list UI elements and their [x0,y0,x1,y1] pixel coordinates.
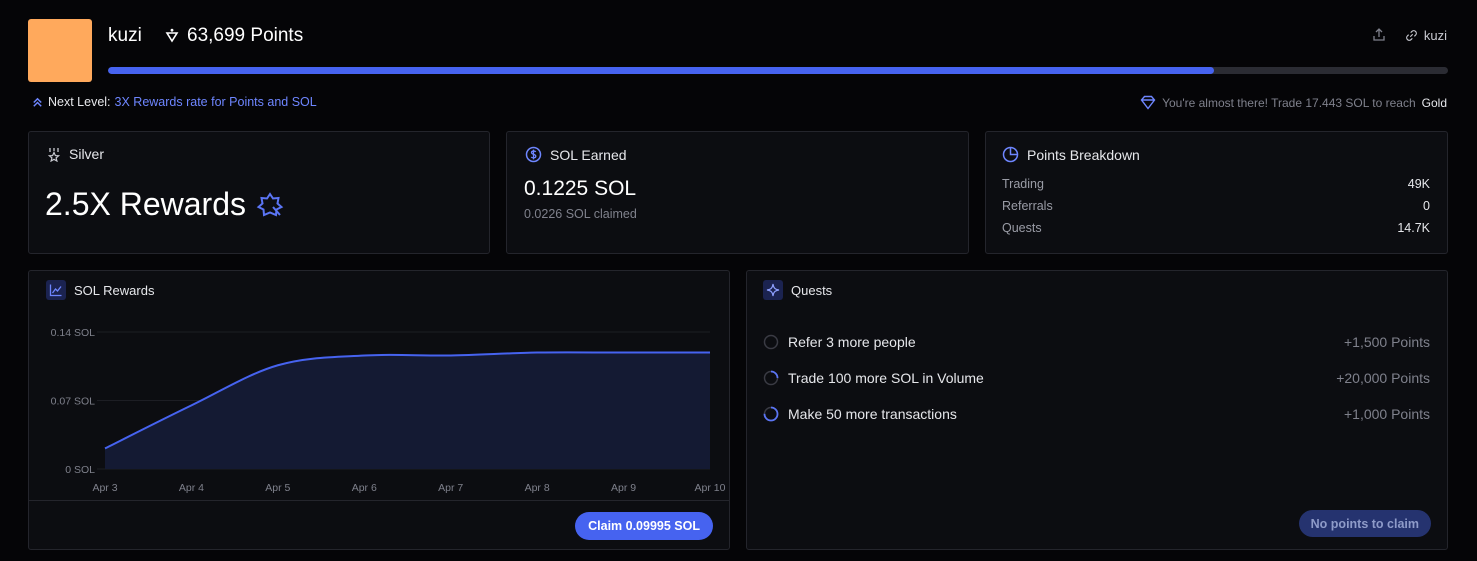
breakdown-row-quests: Quests 14.7K [1002,220,1430,242]
quest-reward: +1,500 Points [1343,334,1430,350]
breakdown-value: 0 [1423,199,1430,213]
diamond-icon [1140,95,1156,110]
chevrons-up-icon [33,97,42,107]
breakdown-label: Quests [1002,221,1042,235]
x-tick-label: Apr 3 [92,482,117,494]
points-breakdown-title: Points Breakdown [1027,146,1140,163]
next-level-reward: 3X Rewards rate for Points and SOL [114,95,317,109]
y-tick-label: 0 SOL [65,464,95,476]
points-total: 63,699 Points [163,25,303,47]
sol-earned-value: 0.1225 SOL [524,177,637,200]
claim-sol-button[interactable]: Claim 0.09995 SOL [575,512,713,540]
x-tick-label: Apr 4 [179,482,204,494]
avatar [28,19,92,82]
points-value: 63,699 Points [187,25,304,46]
chart-footer: Claim 0.09995 SOL [29,500,729,549]
x-tick-label: Apr 7 [438,482,463,494]
profile-link-label: kuzi [1423,27,1447,43]
sol-earned-header: SOL Earned [525,146,627,163]
quest-list: Refer 3 more people +1,500 Points Trade … [763,324,1430,432]
breakdown-label: Referrals [1002,199,1053,213]
quest-label: Refer 3 more people [788,334,916,350]
breakdown-label: Trading [1002,177,1044,191]
sol-earned-card: SOL Earned 0.1225 SOL 0.0226 SOL claimed [506,131,969,254]
sol-rewards-chart: 0 SOL 0.07 SOL 0.14 SOL Apr 3 Apr 4 Apr 5 Apr … [51,327,726,494]
x-tick-label: Apr 8 [525,482,550,494]
rewards-multiplier: 2.5X Rewards [45,186,284,223]
x-tick-label: Apr 5 [265,482,290,494]
quest-label: Trade 100 more SOL in Volume [788,370,984,386]
sol-rewards-card: SOL Rewards 0 SOL 0.07 SOL 0.14 SOL Apr 3 Ap… [28,270,730,550]
rewards-multiplier-text: 2.5X Rewards [45,186,246,222]
level-progress-bar [108,67,1448,74]
next-level-prefix: Next Level: [48,95,111,109]
medal-icon [47,147,61,162]
quests-card: Quests Refer 3 more people +1,500 Points… [746,270,1448,550]
next-level: Next Level: 3X Rewards rate for Points a… [31,95,317,109]
series-area [105,352,710,469]
line-chart-icon [46,280,66,300]
quest-label: Make 50 more transactions [788,406,957,422]
quest-item[interactable]: Trade 100 more SOL in Volume +20,000 Poi… [763,360,1430,396]
level-hint-text: You're almost there! Trade 17.443 SOL to… [1162,95,1416,110]
username: kuzi [108,25,142,46]
sol-claimed-value: 0.0226 SOL claimed [524,207,637,221]
points-icon [165,28,179,43]
sparkle-icon [763,280,783,300]
share-icon[interactable] [1371,27,1387,43]
quests-title: Quests [791,282,833,298]
pie-chart-icon [1002,146,1019,163]
sol-earned-title: SOL Earned [550,146,627,163]
quests-header: Quests [763,280,832,300]
points-breakdown-card: Points Breakdown Trading 49K Referrals 0… [985,131,1448,254]
top-actions: kuzi [1371,27,1447,43]
quest-item[interactable]: Refer 3 more people +1,500 Points [763,324,1430,360]
x-tick-label: Apr 10 [695,482,726,494]
no-points-button: No points to claim [1298,510,1431,537]
level-hint-target: Gold [1421,95,1447,110]
quest-reward: +1,000 Points [1343,406,1430,422]
quest-progress-ring [763,334,779,350]
profile-link[interactable]: kuzi [1405,28,1447,43]
tier-name: Silver [69,146,105,162]
breakdown-value: 14.7K [1397,221,1430,235]
breakdown-row-trading: Trading 49K [1002,176,1430,198]
quest-item[interactable]: Make 50 more transactions +1,000 Points [763,396,1430,432]
quest-progress-ring [763,406,779,422]
x-tick-label: Apr 6 [352,482,377,494]
y-tick-label: 0.07 SOL [51,396,96,408]
quest-progress-ring [763,370,779,386]
sol-rewards-title: SOL Rewards [74,282,155,298]
tier-header: Silver [47,146,104,162]
y-tick-label: 0.14 SOL [51,327,96,339]
breakdown-rows: Trading 49K Referrals 0 Quests 14.7K [1002,176,1430,242]
quest-reward: +20,000 Points [1336,370,1430,386]
points-breakdown-header: Points Breakdown [1002,146,1140,163]
breakdown-value: 49K [1407,177,1430,191]
tier-card: Silver 2.5X Rewards [28,131,490,254]
coin-icon [525,146,542,163]
level-hint: You're almost there! Trade 17.443 SOL to… [1140,95,1447,110]
badge-star-icon [256,191,284,216]
breakdown-row-referrals: Referrals 0 [1002,198,1430,220]
level-progress-fill [108,67,1214,74]
x-tick-label: Apr 9 [611,482,636,494]
link-icon [1406,29,1417,41]
sol-rewards-header: SOL Rewards [46,280,154,300]
